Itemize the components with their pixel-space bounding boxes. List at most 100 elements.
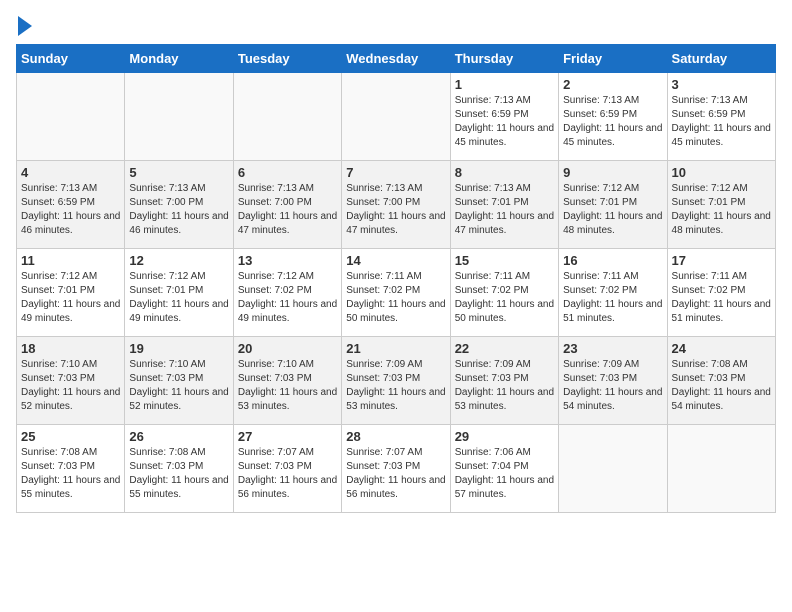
calendar-cell: 13 Sunrise: 7:12 AMSunset: 7:02 PMDayligh… [233, 249, 341, 337]
calendar-cell: 10 Sunrise: 7:12 AMSunset: 7:01 PMDayligh… [667, 161, 775, 249]
calendar-cell: 8Sunrise: 7:13 AMSunset: 7:01 PMDaylight… [450, 161, 558, 249]
day-number: 3 [672, 77, 771, 92]
day-number: 27 [238, 429, 337, 444]
week-row-5: 25 Sunrise: 7:08 AMSunset: 7:03 PMDayligh… [17, 425, 776, 513]
calendar-cell: 23 Sunrise: 7:09 AMSunset: 7:03 PMDayligh… [559, 337, 667, 425]
day-number: 2 [563, 77, 662, 92]
day-number: 22 [455, 341, 554, 356]
day-info: Sunrise: 7:12 AMSunset: 7:02 PMDaylight:… [238, 270, 337, 326]
day-number: 28 [346, 429, 445, 444]
calendar-cell: 6 Sunrise: 7:13 AMSunset: 7:00 PMDaylight… [233, 161, 341, 249]
day-number: 21 [346, 341, 445, 356]
day-info: Sunrise: 7:13 AMSunset: 7:01 PMDaylight:… [455, 182, 554, 238]
calendar-cell: 26Sunrise: 7:08 AMSunset: 7:03 PMDayligh… [125, 425, 233, 513]
calendar-cell: 27 Sunrise: 7:07 AMSunset: 7:03 PMDayligh… [233, 425, 341, 513]
day-info: Sunrise: 7:09 AMSunset: 7:03 PMDaylight:… [563, 358, 662, 414]
day-info: Sunrise: 7:07 AMSunset: 7:03 PMDaylight:… [238, 446, 337, 502]
weekday-header-thursday: Thursday [450, 45, 558, 73]
calendar-cell: 22 Sunrise: 7:09 AMSunset: 7:03 PMDayligh… [450, 337, 558, 425]
calendar-cell: 17Sunrise: 7:11 AMSunset: 7:02 PMDayligh… [667, 249, 775, 337]
day-number: 7 [346, 165, 445, 180]
calendar-cell: 1 Sunrise: 7:13 AMSunset: 6:59 PMDaylight… [450, 73, 558, 161]
day-number: 18 [21, 341, 120, 356]
day-number: 19 [129, 341, 228, 356]
day-info: Sunrise: 7:11 AMSunset: 7:02 PMDaylight:… [455, 270, 554, 326]
day-info: Sunrise: 7:08 AMSunset: 7:03 PMDaylight:… [21, 446, 120, 502]
calendar-cell: 4Sunrise: 7:13 AMSunset: 6:59 PMDaylight… [17, 161, 125, 249]
week-row-3: 11 Sunrise: 7:12 AMSunset: 7:01 PMDayligh… [17, 249, 776, 337]
day-info: Sunrise: 7:08 AMSunset: 7:03 PMDaylight:… [129, 446, 228, 502]
day-info: Sunrise: 7:13 AMSunset: 6:59 PMDaylight:… [563, 94, 662, 150]
day-number: 25 [21, 429, 120, 444]
day-info: Sunrise: 7:12 AMSunset: 7:01 PMDaylight:… [21, 270, 120, 326]
day-number: 12 [129, 253, 228, 268]
weekday-header-sunday: Sunday [17, 45, 125, 73]
calendar-cell [667, 425, 775, 513]
day-info: Sunrise: 7:13 AMSunset: 7:00 PMDaylight:… [238, 182, 337, 238]
day-number: 23 [563, 341, 662, 356]
calendar-cell [125, 73, 233, 161]
calendar-cell: 7 Sunrise: 7:13 AMSunset: 7:00 PMDaylight… [342, 161, 450, 249]
calendar-cell: 12 Sunrise: 7:12 AMSunset: 7:01 PMDayligh… [125, 249, 233, 337]
day-info: Sunrise: 7:13 AMSunset: 7:00 PMDaylight:… [129, 182, 228, 238]
calendar-cell: 20 Sunrise: 7:10 AMSunset: 7:03 PMDayligh… [233, 337, 341, 425]
week-row-4: 18 Sunrise: 7:10 AMSunset: 7:03 PMDayligh… [17, 337, 776, 425]
day-info: Sunrise: 7:07 AMSunset: 7:03 PMDaylight:… [346, 446, 445, 502]
weekday-header-monday: Monday [125, 45, 233, 73]
day-number: 9 [563, 165, 662, 180]
calendar-table: SundayMondayTuesdayWednesdayThursdayFrid… [16, 44, 776, 513]
day-info: Sunrise: 7:10 AMSunset: 7:03 PMDaylight:… [238, 358, 337, 414]
weekday-header-row: SundayMondayTuesdayWednesdayThursdayFrid… [17, 45, 776, 73]
week-row-1: 1 Sunrise: 7:13 AMSunset: 6:59 PMDaylight… [17, 73, 776, 161]
day-info: Sunrise: 7:13 AMSunset: 7:00 PMDaylight:… [346, 182, 445, 238]
calendar-cell [17, 73, 125, 161]
day-number: 5 [129, 165, 228, 180]
day-info: Sunrise: 7:11 AMSunset: 7:02 PMDaylight:… [563, 270, 662, 326]
weekday-header-tuesday: Tuesday [233, 45, 341, 73]
day-number: 1 [455, 77, 554, 92]
calendar-cell: 28 Sunrise: 7:07 AMSunset: 7:03 PMDayligh… [342, 425, 450, 513]
calendar-cell [342, 73, 450, 161]
calendar-cell: 25 Sunrise: 7:08 AMSunset: 7:03 PMDayligh… [17, 425, 125, 513]
day-info: Sunrise: 7:13 AMSunset: 6:59 PMDaylight:… [455, 94, 554, 150]
weekday-header-wednesday: Wednesday [342, 45, 450, 73]
day-info: Sunrise: 7:10 AMSunset: 7:03 PMDaylight:… [21, 358, 120, 414]
logo-arrow-icon [18, 16, 32, 36]
day-number: 14 [346, 253, 445, 268]
day-info: Sunrise: 7:09 AMSunset: 7:03 PMDaylight:… [455, 358, 554, 414]
calendar-cell [233, 73, 341, 161]
page-header [16, 16, 776, 36]
calendar-cell: 19 Sunrise: 7:10 AMSunset: 7:03 PMDayligh… [125, 337, 233, 425]
day-info: Sunrise: 7:10 AMSunset: 7:03 PMDaylight:… [129, 358, 228, 414]
day-info: Sunrise: 7:08 AMSunset: 7:03 PMDaylight:… [672, 358, 771, 414]
calendar-cell: 21Sunrise: 7:09 AMSunset: 7:03 PMDayligh… [342, 337, 450, 425]
calendar-cell: 15Sunrise: 7:11 AMSunset: 7:02 PMDayligh… [450, 249, 558, 337]
day-number: 29 [455, 429, 554, 444]
day-info: Sunrise: 7:12 AMSunset: 7:01 PMDaylight:… [563, 182, 662, 238]
day-info: Sunrise: 7:06 AMSunset: 7:04 PMDaylight:… [455, 446, 554, 502]
day-info: Sunrise: 7:12 AMSunset: 7:01 PMDaylight:… [129, 270, 228, 326]
calendar-cell: 3 Sunrise: 7:13 AMSunset: 6:59 PMDaylight… [667, 73, 775, 161]
calendar-cell: 14Sunrise: 7:11 AMSunset: 7:02 PMDayligh… [342, 249, 450, 337]
calendar-cell: 24Sunrise: 7:08 AMSunset: 7:03 PMDayligh… [667, 337, 775, 425]
day-number: 10 [672, 165, 771, 180]
day-info: Sunrise: 7:13 AMSunset: 6:59 PMDaylight:… [21, 182, 120, 238]
calendar-cell: 11 Sunrise: 7:12 AMSunset: 7:01 PMDayligh… [17, 249, 125, 337]
calendar-cell: 16 Sunrise: 7:11 AMSunset: 7:02 PMDayligh… [559, 249, 667, 337]
weekday-header-friday: Friday [559, 45, 667, 73]
calendar-cell: 9 Sunrise: 7:12 AMSunset: 7:01 PMDaylight… [559, 161, 667, 249]
logo [16, 16, 32, 36]
day-number: 16 [563, 253, 662, 268]
weekday-header-saturday: Saturday [667, 45, 775, 73]
day-number: 13 [238, 253, 337, 268]
day-number: 17 [672, 253, 771, 268]
day-info: Sunrise: 7:13 AMSunset: 6:59 PMDaylight:… [672, 94, 771, 150]
week-row-2: 4Sunrise: 7:13 AMSunset: 6:59 PMDaylight… [17, 161, 776, 249]
day-number: 20 [238, 341, 337, 356]
day-info: Sunrise: 7:12 AMSunset: 7:01 PMDaylight:… [672, 182, 771, 238]
day-number: 6 [238, 165, 337, 180]
calendar-cell: 18 Sunrise: 7:10 AMSunset: 7:03 PMDayligh… [17, 337, 125, 425]
calendar-cell [559, 425, 667, 513]
day-number: 11 [21, 253, 120, 268]
calendar-cell: 29 Sunrise: 7:06 AMSunset: 7:04 PMDayligh… [450, 425, 558, 513]
